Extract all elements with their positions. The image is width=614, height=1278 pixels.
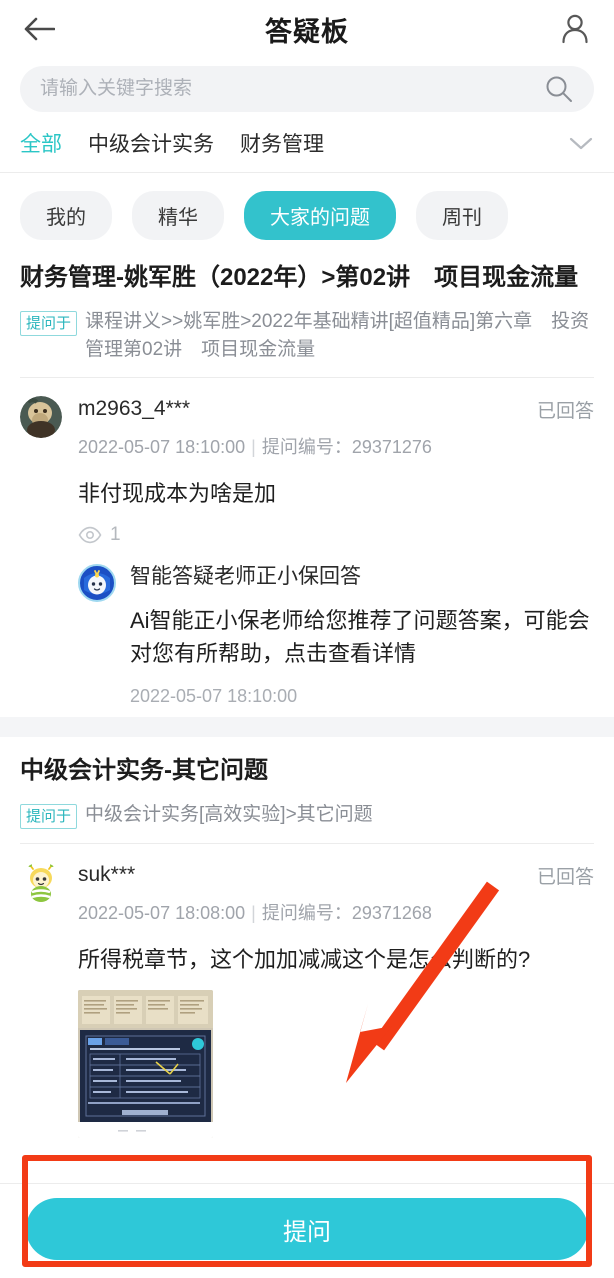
post-card-1[interactable]: 财务管理-姚军胜（2022年）>第02讲 项目现金流量 提问于 课程讲义>>姚军… [0, 260, 614, 717]
category-tabs: 全部 中级会计实务 财务管理 [0, 122, 614, 173]
avatar [20, 396, 62, 439]
filter-chip-everyones-questions[interactable]: 大家的问题 [244, 191, 396, 240]
post-title: 中级会计实务-其它问题 [20, 756, 268, 784]
question-id-value: 29371276 [351, 436, 432, 457]
search-section [0, 58, 614, 122]
question-entry-1[interactable]: m2963_4*** 2022-05-07 18:10:00 | 提问编号：2937… [20, 378, 594, 717]
post-breadcrumb: 提问于 中级会计实务[高效实验]>其它问题 [20, 801, 594, 843]
status-badge: 已回答 [536, 867, 594, 889]
question-id-label: 提问编号： [261, 436, 352, 457]
user-icon [562, 14, 588, 44]
asked-at-badge: 提问于 [20, 804, 78, 830]
question-author: m2963_4*** [78, 397, 191, 421]
category-tab-intermediate-accounting[interactable]: 中级会计实务 [88, 128, 214, 158]
category-tab-all[interactable]: 全部 [20, 128, 62, 158]
attached-screenshot-thumbnail[interactable] [78, 989, 213, 1138]
post-card-2[interactable]: 中级会计实务-其它问题 提问于 中级会计实务[高效实验]>其它问题 suk***… [0, 736, 614, 1148]
filter-chip-row: 我的 精华 大家的问题 周刊 [0, 173, 614, 260]
question-entry-2[interactable]: suk*** 2022-05-07 18:08:00 | 提问编号：29371268… [20, 844, 594, 1147]
category-tab-financial-management[interactable]: 财务管理 [240, 128, 324, 158]
thumbnail-image [78, 989, 213, 1138]
view-count-row: 1 [78, 524, 594, 546]
section-gap [0, 716, 614, 737]
question-body: 所得税章节，这个加加减减这个是怎么判断的? [78, 946, 531, 972]
breadcrumb-text: 中级会计实务[高效实验]>其它问题 [85, 804, 373, 826]
bottom-action-bar: 提问 [0, 1183, 614, 1278]
search-icon[interactable] [544, 74, 574, 104]
question-meta: suk*** 2022-05-07 18:08:00 | 提问编号：29371268 [78, 862, 525, 924]
question-submeta: 2022-05-07 18:10:00 | 提问编号：29371276 [78, 433, 525, 459]
status-badge: 已回答 [536, 401, 594, 423]
app-root: 答疑板 全部 中级会计实务 财务管理 [0, 0, 614, 1278]
ai-answer-block[interactable]: 智能答疑老师正小保回答 Ai智能正小保老师给您推荐了问题答案，可能会对您有所帮助… [78, 563, 594, 707]
eye-icon [78, 526, 102, 543]
user-profile-button[interactable] [554, 8, 596, 50]
back-button[interactable] [18, 8, 60, 50]
meta-separator: | [251, 436, 256, 457]
question-time: 2022-05-07 18:08:00 [78, 902, 246, 923]
ai-answer-text[interactable]: Ai智能正小保老师给您推荐了问题答案，可能会对您有所帮助，点击查看详情 [130, 604, 594, 670]
question-id-label: 提问编号： [261, 902, 352, 923]
avatar [20, 862, 62, 905]
ask-question-button[interactable]: 提问 [26, 1198, 588, 1260]
question-header: suk*** 2022-05-07 18:08:00 | 提问编号：29371268… [20, 862, 594, 924]
question-author: suk*** [78, 863, 136, 887]
post-title: 财务管理-姚军胜（2022年）>第02讲 项目现金流量 [20, 264, 579, 291]
search-box[interactable] [20, 66, 594, 112]
question-header: m2963_4*** 2022-05-07 18:10:00 | 提问编号：2937… [20, 396, 594, 458]
chevron-down-icon [569, 137, 593, 150]
filter-chip-mine[interactable]: 我的 [20, 191, 112, 240]
category-expand-button[interactable] [568, 135, 594, 151]
view-count-value: 1 [110, 523, 121, 545]
ai-bot-avatar [78, 563, 116, 602]
meta-separator: | [251, 902, 256, 923]
search-input[interactable] [40, 78, 544, 100]
ai-answer-main: 智能答疑老师正小保回答 Ai智能正小保老师给您推荐了问题答案，可能会对您有所帮助… [130, 564, 594, 707]
question-meta: m2963_4*** 2022-05-07 18:10:00 | 提问编号：2937… [78, 396, 525, 458]
question-body: 非付现成本为啥是加 [78, 480, 277, 506]
ai-answer-time: 2022-05-07 18:10:00 [130, 685, 298, 706]
breadcrumb-text: 课程讲义>>姚军胜>2022年基础精讲[超值精品]第六章 投资管理第02讲 项目… [85, 311, 590, 360]
filter-chip-essence[interactable]: 精华 [132, 191, 224, 240]
question-id-value: 29371268 [351, 902, 432, 923]
page-title: 答疑板 [265, 16, 349, 47]
arrow-left-icon [24, 17, 55, 41]
asked-at-badge: 提问于 [20, 311, 78, 337]
post-breadcrumb: 提问于 课程讲义>>姚军胜>2022年基础精讲[超值精品]第六章 投资管理第02… [20, 308, 594, 377]
app-header: 答疑板 [0, 0, 614, 58]
question-time: 2022-05-07 18:10:00 [78, 436, 246, 457]
filter-chip-weekly[interactable]: 周刊 [416, 191, 508, 240]
ai-answer-title: 智能答疑老师正小保回答 [130, 564, 361, 588]
question-submeta: 2022-05-07 18:08:00 | 提问编号：29371268 [78, 899, 525, 925]
